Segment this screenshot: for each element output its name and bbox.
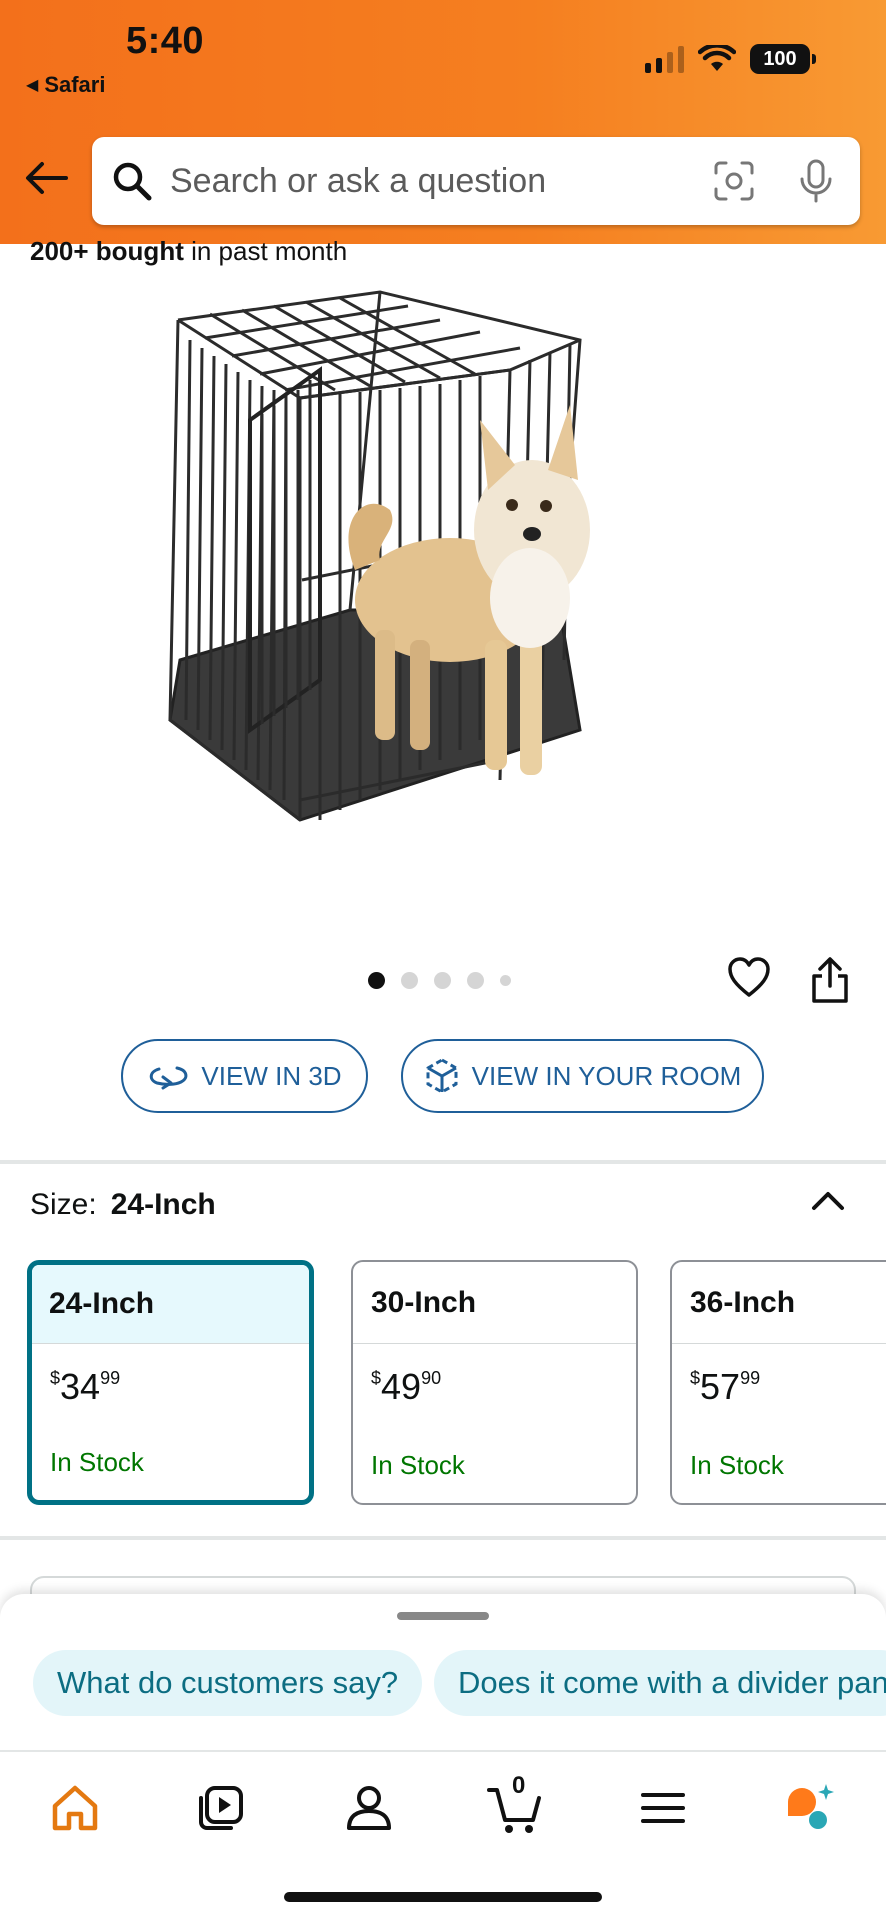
view-in-3d-label: VIEW IN 3D [201,1060,342,1091]
size-label: Size: [30,1188,97,1221]
bought-count-bold: 200+ bought [30,236,184,266]
status-time: 5:40 [126,20,205,62]
search-bar[interactable] [92,137,860,225]
back-app-label: Safari [44,72,106,97]
view-in-3d-button[interactable]: VIEW IN 3D [121,1039,368,1113]
price-currency: $ [690,1368,701,1388]
price-cents: 99 [740,1368,761,1388]
cart-tab[interactable]: 0 [487,1772,547,1836]
suggested-question-chip[interactable]: What do customers say? [33,1650,423,1716]
size-option-price: $3499 [32,1366,309,1408]
carousel-dot[interactable] [500,975,511,986]
stock-status: In Stock [371,1450,465,1480]
header: 5:40 ◀ Safari 100 [0,0,886,244]
ar-cube-icon [426,1058,458,1094]
battery-level: 100 [763,47,797,70]
size-option-name: 36-Inch [672,1262,886,1344]
page: { "status_bar": { "time": "5:40", "back_… [0,0,886,1920]
view-in-room-label: VIEW IN YOUR ROOM [471,1060,742,1091]
size-heading: Size: 24-Inch [30,1188,216,1222]
size-option-30-inch[interactable]: 30-Inch $4990 In Stock [351,1260,638,1505]
view-in-room-button[interactable]: VIEW IN YOUR ROOM [401,1039,764,1113]
assistant-bottom-sheet[interactable]: What do customers say? Does it come with… [0,1594,886,1920]
chevron-up-icon[interactable] [810,1186,846,1216]
mic-icon[interactable] [794,157,838,205]
heart-icon[interactable] [727,956,771,1000]
account-icon[interactable] [341,1780,397,1836]
carousel-dot[interactable] [467,972,484,989]
stock-status: In Stock [690,1450,784,1480]
search-icon [113,162,152,201]
size-option-36-inch[interactable]: 36-Inch $5799 In Stock [670,1260,886,1505]
carousel-dot[interactable] [401,972,418,989]
section-divider [0,1536,886,1540]
home-indicator [284,1892,602,1902]
image-carousel-dots[interactable] [368,972,511,989]
bought-count: 200+ bought in past month [30,236,347,267]
size-option-price: $5799 [672,1366,886,1408]
back-to-safari[interactable]: ◀ Safari [26,72,105,98]
price-dollars: 57 [700,1366,741,1407]
price-dollars: 49 [381,1366,422,1407]
size-option-name: 24-Inch [32,1265,309,1344]
carousel-dot[interactable] [368,972,385,989]
rotate-3d-icon [150,1066,188,1090]
bought-count-rest: in past month [183,236,348,266]
bottom-tab-bar: 0 [0,1750,886,1920]
back-arrow-icon[interactable] [24,160,68,196]
section-divider [0,1160,886,1164]
wifi-icon [698,45,736,71]
suggested-question-chip[interactable]: Does it come with a divider pan [434,1650,886,1716]
size-selected: 24-Inch [110,1188,216,1221]
menu-icon[interactable] [635,1780,691,1836]
status-icons: 100 [645,44,816,74]
search-input[interactable] [170,161,650,201]
back-triangle-icon: ◀ [26,77,39,94]
share-icon[interactable] [810,956,850,1004]
price-currency: $ [50,1368,61,1388]
carousel-dot[interactable] [434,972,451,989]
size-option-name: 30-Inch [353,1262,636,1344]
product-image[interactable] [150,280,720,900]
video-icon[interactable] [193,1780,249,1836]
camera-icon[interactable] [712,159,756,203]
price-currency: $ [371,1368,382,1388]
price-cents: 99 [100,1368,121,1388]
cart-count: 0 [512,1772,526,1799]
stock-status: In Stock [50,1447,144,1477]
home-icon[interactable] [47,1780,103,1836]
size-option-price: $4990 [353,1366,636,1408]
sheet-drag-handle[interactable] [397,1612,489,1620]
size-option-24-inch[interactable]: 24-Inch $3499 In Stock [27,1260,314,1505]
rufus-icon[interactable] [782,1780,838,1836]
price-dollars: 34 [60,1366,101,1407]
battery-indicator: 100 [750,44,816,74]
cellular-signal-icon [645,45,684,73]
price-cents: 90 [421,1368,442,1388]
